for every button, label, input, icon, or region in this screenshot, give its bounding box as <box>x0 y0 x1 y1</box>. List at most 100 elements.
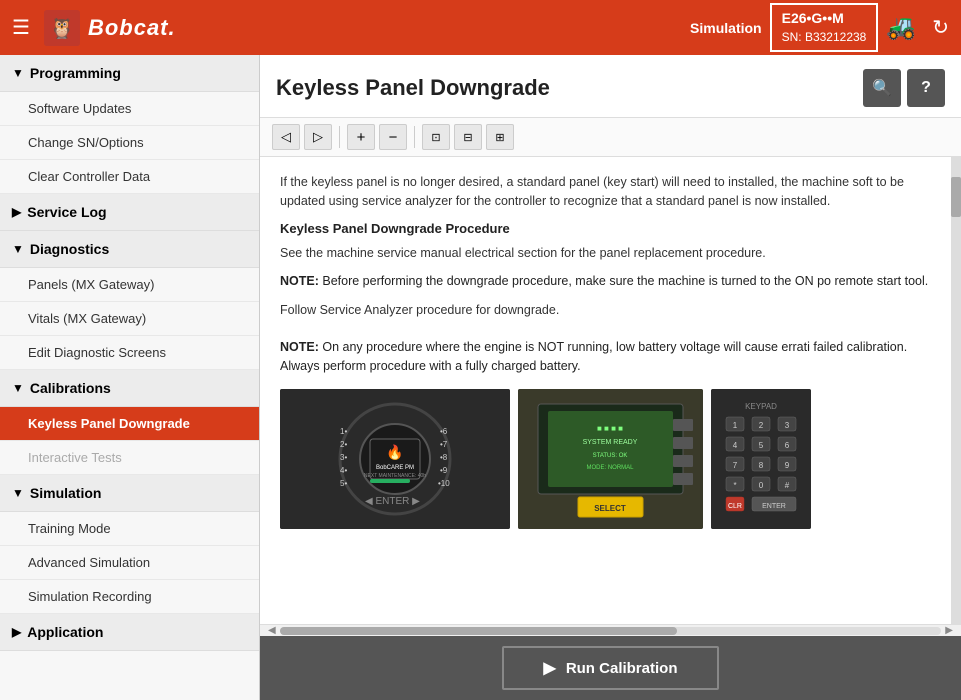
run-calibration-label: Run Calibration <box>566 660 678 677</box>
arrow-programming-icon: ▼ <box>12 66 24 80</box>
zoom-out-button[interactable]: − <box>379 124 407 150</box>
brand-name: Bobcat. <box>88 15 176 41</box>
excavator-icon: 🚜 <box>886 13 916 42</box>
hamburger-menu-button[interactable]: ☰ <box>12 18 30 38</box>
svg-text:2: 2 <box>759 421 764 430</box>
toolbar-separator-2 <box>414 126 415 148</box>
doc-content[interactable]: If the keyless panel is no longer desire… <box>260 157 951 624</box>
svg-text:•7: •7 <box>440 440 448 449</box>
page-title: Keyless Panel Downgrade <box>276 75 550 101</box>
app-logo: 🦉 Bobcat. <box>44 10 176 46</box>
zoom-in-button[interactable]: + <box>347 124 375 150</box>
search-button[interactable]: 🔍 <box>863 69 901 107</box>
sidebar-section-simulation[interactable]: ▼ Simulation <box>0 475 259 512</box>
arrow-application-icon: ▶ <box>12 625 21 639</box>
svg-text:🦉: 🦉 <box>50 17 75 40</box>
svg-text:0: 0 <box>759 481 764 490</box>
sidebar-item-simulation-recording[interactable]: Simulation Recording <box>0 580 259 614</box>
sidebar-section-diagnostics-label: Diagnostics <box>30 241 109 257</box>
bobcat-owl-icon: 🦉 <box>44 10 80 46</box>
sidebar-section-service-log[interactable]: ▶ Service Log <box>0 194 259 231</box>
procedure-text: See the machine service manual electrica… <box>280 244 931 263</box>
svg-text:BobCARE PM: BobCARE PM <box>376 465 414 471</box>
help-button[interactable]: ? <box>907 69 945 107</box>
doc-vertical-scrollbar[interactable] <box>951 157 961 624</box>
fit-width-button[interactable]: ⊟ <box>454 124 482 150</box>
sidebar-item-edit-diagnostic-screens[interactable]: Edit Diagnostic Screens <box>0 336 259 370</box>
svg-text:#: # <box>785 481 790 490</box>
svg-text:3: 3 <box>785 421 790 430</box>
svg-text:SELECT: SELECT <box>594 504 626 513</box>
sidebar-section-programming-label: Programming <box>30 65 121 81</box>
svg-text:1•: 1• <box>340 427 347 436</box>
procedure-heading: Keyless Panel Downgrade Procedure <box>280 221 931 236</box>
sidebar-section-diagnostics[interactable]: ▼ Diagnostics <box>0 231 259 268</box>
content-area: Keyless Panel Downgrade 🔍 ? ◁ ▷ + − ⊡ ⊟ … <box>260 55 961 700</box>
svg-text:1: 1 <box>733 421 738 430</box>
doc-horizontal-scrollbar[interactable]: ◀ ▶ <box>260 624 961 636</box>
sidebar: ▼ Programming Software Updates Change SN… <box>0 55 260 700</box>
svg-text:8: 8 <box>759 461 764 470</box>
scroll-right-arrow-icon[interactable]: ▶ <box>941 625 957 636</box>
image-bobcare-pm: 🔥 BobCARE PM NEXT MAINTENANCE: 40h 1• 2•… <box>280 389 510 529</box>
sidebar-item-software-updates[interactable]: Software Updates <box>0 92 259 126</box>
svg-text:3•: 3• <box>340 453 347 462</box>
refresh-button[interactable]: ↻ <box>932 15 949 40</box>
sidebar-item-panels-mx-gateway[interactable]: Panels (MX Gateway) <box>0 268 259 302</box>
svg-text:SYSTEM READY: SYSTEM READY <box>583 439 638 446</box>
image-green-panel: ■ ■ ■ ■ SYSTEM READY STATUS: OK MODE: NO… <box>518 389 703 529</box>
doc-scrollbar-thumb <box>951 177 961 217</box>
svg-text:STATUS: OK: STATUS: OK <box>593 453 628 459</box>
svg-text:NEXT MAINTENANCE: 40h: NEXT MAINTENANCE: 40h <box>364 473 426 479</box>
sidebar-item-change-sn-options[interactable]: Change SN/Options <box>0 126 259 160</box>
sidebar-item-keyless-panel-downgrade[interactable]: Keyless Panel Downgrade <box>0 407 259 441</box>
svg-text:MODE: NORMAL: MODE: NORMAL <box>586 465 634 471</box>
scroll-left-arrow-icon[interactable]: ◀ <box>264 625 280 636</box>
svg-text:7: 7 <box>733 461 738 470</box>
main-layout: ▼ Programming Software Updates Change SN… <box>0 55 961 700</box>
sidebar-item-training-mode[interactable]: Training Mode <box>0 512 259 546</box>
scrollbar-track <box>280 627 942 635</box>
simulation-label: Simulation <box>690 20 762 36</box>
sidebar-section-calibrations[interactable]: ▼ Calibrations <box>0 370 259 407</box>
sidebar-section-programming[interactable]: ▼ Programming <box>0 55 259 92</box>
sidebar-item-advanced-simulation[interactable]: Advanced Simulation <box>0 546 259 580</box>
sidebar-item-clear-controller-data[interactable]: Clear Controller Data <box>0 160 259 194</box>
note-1: NOTE: Before performing the downgrade pr… <box>280 272 931 291</box>
sidebar-item-interactive-tests[interactable]: Interactive Tests <box>0 441 259 475</box>
sidebar-section-simulation-label: Simulation <box>30 485 102 501</box>
arrow-calibrations-icon: ▼ <box>12 381 24 395</box>
sidebar-section-application-label: Application <box>27 624 103 640</box>
svg-text:4•: 4• <box>340 466 347 475</box>
svg-text:•6: •6 <box>440 427 448 436</box>
svg-text:4: 4 <box>733 441 738 450</box>
svg-text:KEYPAD: KEYPAD <box>745 402 777 411</box>
svg-text:*: * <box>733 481 736 490</box>
run-calibration-bar: ▶ Run Calibration <box>260 636 961 700</box>
doc-wrapper: If the keyless panel is no longer desire… <box>260 157 961 624</box>
sidebar-section-application[interactable]: ▶ Application <box>0 614 259 651</box>
intro-paragraph: If the keyless panel is no longer desire… <box>280 173 931 211</box>
sidebar-item-vitals-mx-gateway[interactable]: Vitals (MX Gateway) <box>0 302 259 336</box>
fit-height-button[interactable]: ⊞ <box>486 124 514 150</box>
svg-text:•9: •9 <box>440 466 448 475</box>
content-header: Keyless Panel Downgrade 🔍 ? <box>260 55 961 118</box>
sidebar-section-calibrations-label: Calibrations <box>30 380 111 396</box>
forward-button[interactable]: ▷ <box>304 124 332 150</box>
arrow-service-log-icon: ▶ <box>12 205 21 219</box>
machine-info-box: E26•G••M SN: B33212238 <box>770 3 879 51</box>
image-keypad: KEYPAD 1 2 3 4 <box>711 389 811 529</box>
sidebar-section-service-log-label: Service Log <box>27 204 106 220</box>
svg-text:•10: •10 <box>438 479 450 488</box>
doc-toolbar: ◁ ▷ + − ⊡ ⊟ ⊞ <box>260 118 961 157</box>
run-calibration-button[interactable]: ▶ Run Calibration <box>502 646 720 690</box>
app-header: ☰ 🦉 Bobcat. Simulation E26•G••M SN: B332… <box>0 0 961 55</box>
back-button[interactable]: ◁ <box>272 124 300 150</box>
procedure-follow: Follow Service Analyzer procedure for do… <box>280 301 931 320</box>
svg-text:•8: •8 <box>440 453 448 462</box>
note-2: NOTE: On any procedure where the engine … <box>280 338 931 376</box>
arrow-diagnostics-icon: ▼ <box>12 242 24 256</box>
fit-page-button[interactable]: ⊡ <box>422 124 450 150</box>
svg-text:◀ ENTER ▶: ◀ ENTER ▶ <box>365 496 420 507</box>
play-icon: ▶ <box>544 658 556 678</box>
